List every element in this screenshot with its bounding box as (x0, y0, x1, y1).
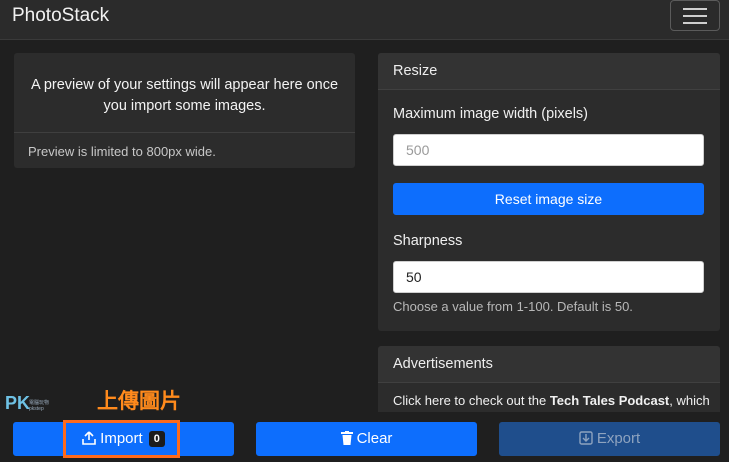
reset-size-button[interactable]: Reset image size (393, 183, 704, 215)
resize-header: Resize (378, 53, 720, 90)
hamburger-icon (683, 8, 707, 10)
preview-footer: Preview is limited to 800px wide. (28, 144, 216, 159)
export-button[interactable]: Export (499, 422, 720, 456)
ads-link[interactable]: Click here to check out the Tech Tales P… (393, 393, 710, 408)
preview-message: A preview of your settings will appear h… (14, 75, 355, 117)
ads-text-bold: Tech Tales Podcast (549, 393, 670, 408)
preview-message-line2: you import some images. (103, 98, 266, 114)
import-highlight-box (63, 420, 180, 458)
hamburger-icon-line (683, 15, 707, 17)
hamburger-icon-line (683, 22, 707, 24)
sharpness-label: Sharpness (393, 233, 463, 249)
menu-toggle-button[interactable] (670, 0, 720, 31)
annotation-label: 上傳圖片 (97, 390, 181, 413)
watermark-logo: PK (5, 393, 31, 413)
download-icon (579, 431, 593, 445)
trash-icon (340, 431, 353, 445)
navbar: PhotoStack (0, 0, 729, 40)
preview-message-line1: A preview of your settings will appear h… (30, 77, 339, 93)
resize-card: Resize Maximum image width (pixels) 500 … (378, 53, 720, 331)
export-label: Export (596, 430, 641, 447)
preview-card: A preview of your settings will appear h… (14, 53, 355, 168)
ads-header: Advertisements (378, 346, 720, 383)
app-title[interactable]: PhotoStack (12, 5, 109, 27)
resize-title: Resize (393, 63, 438, 79)
ads-title: Advertisements (393, 356, 493, 372)
sharpness-input[interactable]: 50 (393, 261, 704, 293)
ads-text-suffix: , which (669, 393, 710, 408)
width-input[interactable]: 500 (393, 134, 704, 166)
clear-label: Clear (356, 430, 393, 447)
ads-text-prefix: Click here to check out the (393, 393, 550, 408)
clear-button[interactable]: Clear (256, 422, 477, 456)
watermark-subtext: 電腦玩物 pkstep (29, 400, 49, 412)
sharpness-help: Choose a value from 1-100. Default is 50… (393, 299, 633, 314)
width-label: Maximum image width (pixels) (393, 106, 588, 122)
preview-divider (14, 132, 355, 133)
